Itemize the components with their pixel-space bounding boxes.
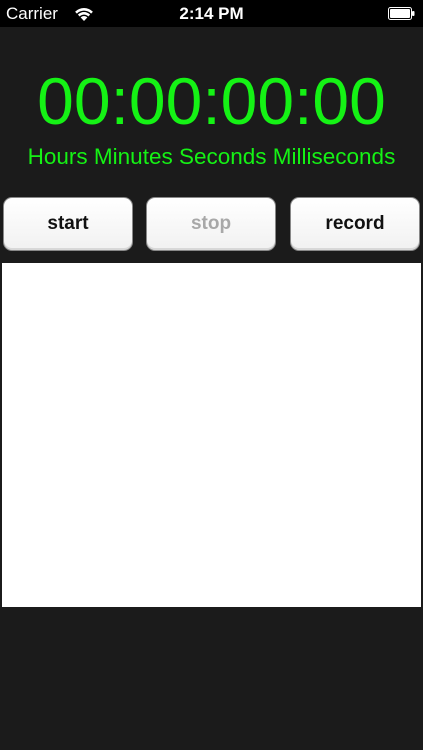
records-list[interactable] [2, 263, 421, 607]
start-button[interactable]: start [3, 197, 133, 251]
status-time: 2:14 PM [179, 4, 244, 23]
status-bar: Carrier 2:14 PM [0, 0, 423, 27]
record-button[interactable]: record [290, 197, 420, 251]
battery-icon [388, 7, 415, 20]
timer-units-label: Hours Minutes Seconds Milliseconds [27, 144, 396, 169]
stop-button[interactable]: stop [146, 197, 276, 251]
timer-display: 00:00:00:00 [37, 64, 386, 138]
